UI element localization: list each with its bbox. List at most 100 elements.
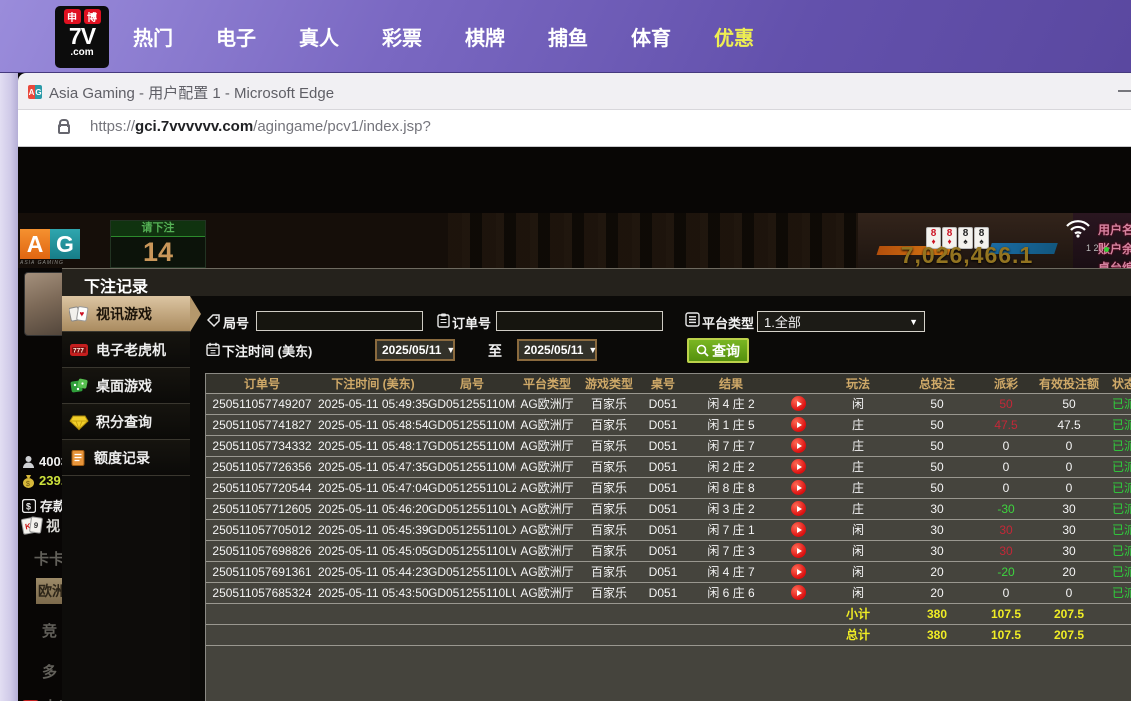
cell-time: 2025-05-11 05:47:04 [318, 477, 428, 498]
calendar-icon [206, 342, 220, 361]
menu-item-points-inquiry[interactable]: 积分查询 [62, 404, 190, 440]
cell-play: 庄 [820, 456, 896, 477]
bet-table-body: 2505110577492072025-05-11 05:49:35GD0512… [206, 393, 1131, 603]
category-jing: 竞 [42, 620, 57, 641]
logo-badge-1: 申 [64, 9, 81, 24]
table-row: 2505110577205442025-05-11 05:47:04GD0512… [206, 477, 1131, 498]
platform-list-icon [685, 312, 700, 332]
query-button[interactable]: 查询 [687, 338, 749, 363]
column-header: 有效投注额 [1034, 374, 1104, 393]
cell-order: 250511057685324 [206, 582, 318, 603]
play-result-button[interactable] [791, 585, 806, 600]
cell-round: GD051255110M1 [428, 435, 516, 456]
cell-platform: AG欧洲厅 [516, 582, 578, 603]
cell-game: 百家乐 [578, 519, 640, 540]
table-row: 2505110577263562025-05-11 05:47:35GD0512… [206, 456, 1131, 477]
play-result-button[interactable] [791, 522, 806, 537]
cell-table_no: D051 [640, 561, 686, 582]
total-payout: 107.5 [978, 624, 1034, 645]
order-number-input[interactable] [496, 311, 663, 331]
cell-table_no: D051 [640, 540, 686, 561]
cell-round: GD051255110LX [428, 519, 516, 540]
cell-payout: 0 [978, 582, 1034, 603]
site-logo[interactable]: 申 博 7V .com [55, 6, 109, 68]
deposit-icon: $ [22, 499, 36, 513]
menu-item-credit-records[interactable]: 额度记录 [62, 440, 190, 476]
nav-item-cards[interactable]: 棋牌 [465, 22, 505, 51]
round-number-input[interactable] [256, 311, 423, 331]
column-header [776, 374, 820, 393]
game-banner: AG ASIA GAMING 请下注 14 8♦ 8♦ 8♠ 8♠ 7,026,… [18, 213, 1131, 268]
cell-payout: -30 [978, 498, 1034, 519]
cell-valid: 30 [1034, 498, 1104, 519]
nav-item-fishing[interactable]: 捕鱼 [548, 22, 588, 51]
menu-item-slot-machines[interactable]: 777 电子老虎机 [62, 332, 190, 368]
gem-icon [69, 413, 89, 431]
logo-text: 7V [69, 24, 95, 48]
cell-round: GD051255110LV [428, 561, 516, 582]
search-icon [696, 344, 709, 357]
cell-result: 闲 4 庄 2 [686, 393, 776, 414]
cell-status: 已派彩 [1104, 519, 1131, 540]
play-result-button[interactable] [791, 501, 806, 516]
nav-item-hot[interactable]: 热门 [133, 22, 173, 51]
cell-platform: AG欧洲厅 [516, 477, 578, 498]
cell-table_no: D051 [640, 477, 686, 498]
platform-type-select[interactable]: 1.全部 ▼ [757, 311, 925, 332]
window-titlebar: AG Asia Gaming - 用户配置 1 - Microsoft Edge [18, 73, 1131, 110]
cell-time: 2025-05-11 05:48:17 [318, 435, 428, 456]
result-play-cell [776, 435, 820, 456]
table-row: 2505110577126052025-05-11 05:46:20GD0512… [206, 498, 1131, 519]
lock-icon[interactable] [58, 124, 70, 134]
column-header: 下注时间 (美东) [318, 374, 428, 393]
date-to-picker[interactable]: 2025/05/11 ▼ [517, 339, 597, 361]
play-result-button[interactable] [791, 543, 806, 558]
cell-status: 已派彩 [1104, 456, 1131, 477]
cell-result: 闲 1 庄 5 [686, 414, 776, 435]
play-result-button[interactable] [791, 564, 806, 579]
cell-result: 闲 4 庄 7 [686, 561, 776, 582]
cell-order: 250511057749207 [206, 393, 318, 414]
panel-content: 局号 订单号 平台类型 1.全部 ▼ [190, 296, 1131, 701]
nav-item-live[interactable]: 真人 [299, 22, 339, 51]
table-header-row: 订单号下注时间 (美东)局号平台类型游戏类型桌号结果玩法总投注派彩有效投注额状态 [206, 374, 1131, 393]
subtotal-label: 小计 [820, 603, 896, 624]
svg-text:777: 777 [73, 347, 84, 354]
cards-icon: ♥ [69, 304, 89, 324]
cell-order: 250511057741827 [206, 414, 318, 435]
url-text[interactable]: https://gci.7vvvvvv.com/agingame/pcv1/in… [90, 118, 431, 135]
nav-item-lottery[interactable]: 彩票 [382, 22, 422, 51]
cell-game: 百家乐 [578, 393, 640, 414]
cell-time: 2025-05-11 05:49:35 [318, 393, 428, 414]
cell-platform: AG欧洲厅 [516, 435, 578, 456]
play-result-button[interactable] [791, 438, 806, 453]
play-result-button[interactable] [791, 459, 806, 474]
nav-item-sports[interactable]: 体育 [631, 22, 671, 51]
cell-payout: 0 [978, 477, 1034, 498]
cell-bet: 30 [896, 519, 978, 540]
cell-time: 2025-05-11 05:47:35 [318, 456, 428, 477]
cell-play: 闲 [820, 519, 896, 540]
table-row: 2505110577418272025-05-11 05:48:54GD0512… [206, 414, 1131, 435]
play-result-button[interactable] [791, 417, 806, 432]
menu-item-table-games[interactable]: 桌面游戏 [62, 368, 190, 404]
ag-brand-subtext: ASIA GAMING [20, 260, 80, 266]
cell-play: 庄 [820, 498, 896, 519]
play-result-button[interactable] [791, 396, 806, 411]
date-from-picker[interactable]: 2025/05/11 ▼ [375, 339, 455, 361]
cell-time: 2025-05-11 05:45:05 [318, 540, 428, 561]
browser-window: AG Asia Gaming - 用户配置 1 - Microsoft Edge… [18, 73, 1131, 701]
cell-bet: 50 [896, 477, 978, 498]
dice-icon [69, 376, 89, 395]
play-result-button[interactable] [791, 480, 806, 495]
cell-order: 250511057720544 [206, 477, 318, 498]
subtotal-payout: 107.5 [978, 603, 1034, 624]
cell-platform: AG欧洲厅 [516, 456, 578, 477]
menu-item-video-games[interactable]: ♥ 视讯游戏 [62, 296, 190, 332]
cell-table_no: D051 [640, 582, 686, 603]
nav-item-slots[interactable]: 电子 [216, 22, 256, 51]
nav-item-promo[interactable]: 优惠 [714, 22, 754, 51]
cell-valid: 0 [1034, 435, 1104, 456]
screen: 申 博 7V .com 热门 电子 真人 彩票 棋牌 捕鱼 体育 优惠 AG A… [0, 0, 1131, 701]
minimize-button[interactable] [1118, 90, 1131, 92]
